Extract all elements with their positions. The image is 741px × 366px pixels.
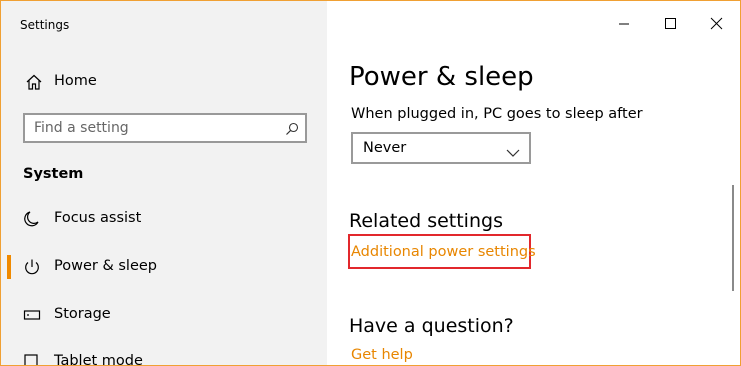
home-icon [25,73,43,91]
search-icon[interactable] [285,121,299,135]
sidebar-item-storage[interactable]: Storage [1,297,327,333]
maximize-icon [665,18,676,29]
settings-window: Settings Home System [0,0,741,366]
maximize-button[interactable] [648,1,694,47]
scrollbar[interactable] [732,185,734,291]
sidebar: Settings Home System [1,1,327,365]
related-settings-heading: Related settings [349,210,503,232]
sidebar-item-power-sleep[interactable]: Power & sleep [1,249,327,285]
search-input[interactable] [34,119,274,137]
chevron-down-icon [506,143,520,157]
sidebar-item-label: Home [54,73,97,89]
sidebar-item-label: Power & sleep [54,258,157,274]
close-icon [710,17,723,30]
dropdown-value: Never [363,140,407,156]
page-title: Power & sleep [349,62,534,92]
sidebar-item-focus-assist[interactable]: Focus assist [1,201,327,237]
sleep-timeout-dropdown[interactable]: Never [351,132,531,164]
sidebar-item-label: Tablet mode [54,353,143,366]
tablet-icon [23,353,41,365]
power-icon [23,258,41,276]
additional-power-settings-link[interactable]: Additional power settings [351,244,536,260]
sidebar-item-home[interactable]: Home [1,65,327,99]
main-content: Power & sleep When plugged in, PC goes t… [327,1,740,365]
minimize-button[interactable] [602,1,648,47]
sidebar-item-label: Focus assist [54,210,142,226]
search-box[interactable] [23,113,307,143]
minimize-icon [619,23,629,25]
moon-icon [23,210,41,228]
app-title: Settings [20,18,70,32]
window-controls [602,1,740,47]
selection-indicator [7,255,11,279]
storage-icon [23,306,41,324]
get-help-link[interactable]: Get help [351,347,413,363]
section-heading-system: System [23,166,84,182]
sleep-setting-label: When plugged in, PC goes to sleep after [351,106,643,122]
question-heading: Have a question? [349,315,514,337]
sidebar-item-label: Storage [54,306,111,322]
close-button[interactable] [694,1,740,47]
sidebar-item-tablet-mode[interactable]: Tablet mode [1,344,327,366]
